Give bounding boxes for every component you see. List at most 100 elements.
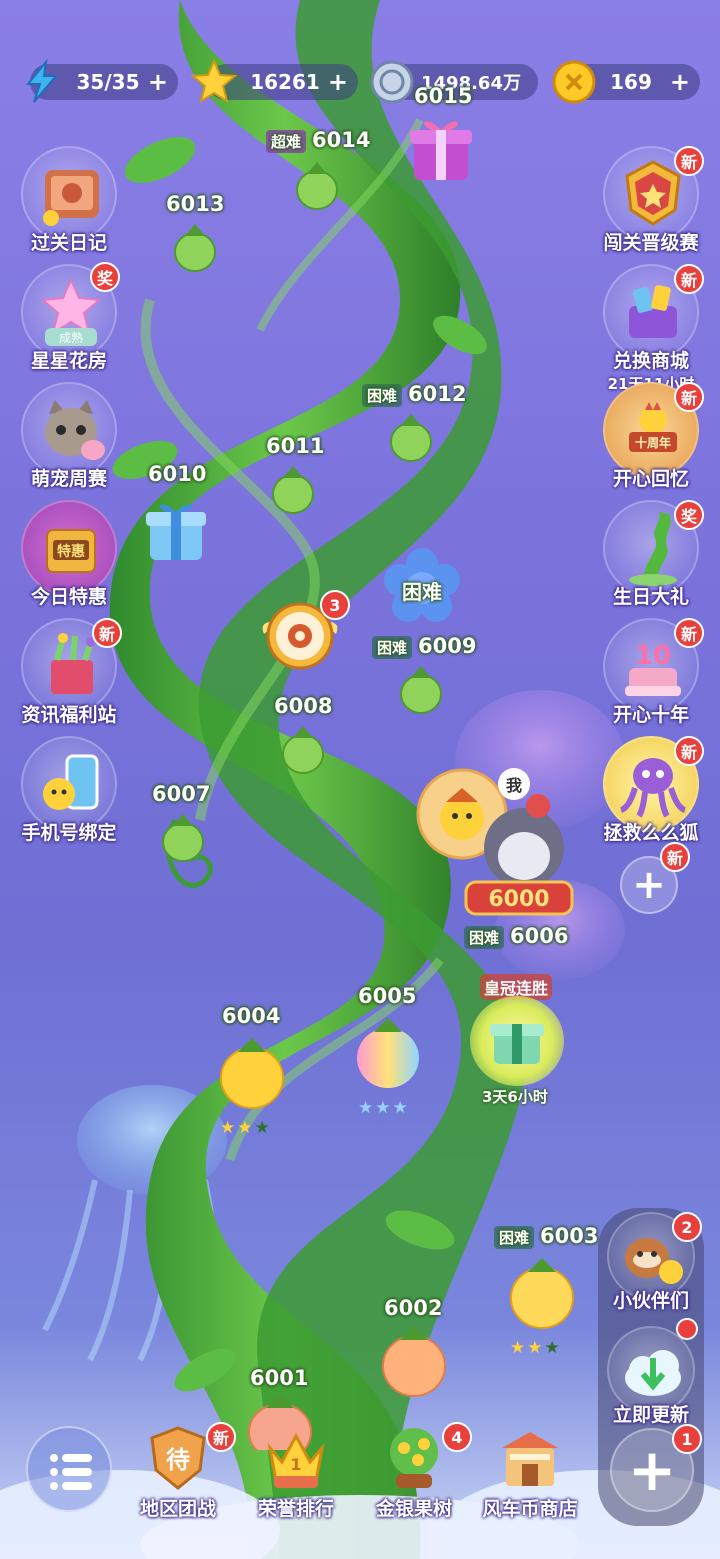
level-6015-label: 6015 (414, 84, 473, 108)
level-6008-bud-icon[interactable] (280, 720, 326, 776)
hard-tag: 困难 (464, 925, 505, 949)
crown-streak-gift[interactable] (470, 996, 564, 1086)
level-6007-bud-icon[interactable] (160, 808, 206, 864)
reward-badge: 奖 (90, 262, 120, 292)
menu-happy-decade[interactable]: 10 新 开心十年 (598, 618, 704, 727)
level-6008-label: 6008 (274, 694, 333, 718)
level-6010-gift-icon[interactable] (144, 496, 208, 566)
level-6013-bud-icon[interactable] (172, 218, 218, 274)
menu-news-welfare-label: 资讯福利站 (21, 704, 117, 726)
menu-clear-diary[interactable]: 过关日记 (16, 146, 122, 255)
new-badge: 新 (674, 736, 704, 766)
level-6010-label: 6010 (148, 462, 207, 486)
nav-regional-battle[interactable]: 待 新 地区团战 (118, 1420, 238, 1521)
level-6007-label: 6007 (152, 782, 211, 806)
level-6011-label: 6011 (266, 434, 325, 458)
plus-icon: + (627, 1436, 677, 1504)
green-gift-icon (490, 1024, 544, 1064)
nav-gold-silver-tree-label: 金银果树 (375, 1498, 452, 1520)
menu-clear-diary-label: 过关日记 (30, 232, 107, 254)
level-6006-number: 6006 (510, 924, 569, 948)
menu-pet-weekly[interactable]: 萌宠周赛 (16, 382, 122, 491)
player-marker[interactable]: 6000 我 (414, 766, 580, 922)
level-6015-gift-icon[interactable] (408, 110, 474, 186)
level-6005-stars: ★★★ (358, 1098, 410, 1118)
level-6003-fruit-icon[interactable] (508, 1250, 576, 1332)
update-now-button[interactable]: 立即更新 (598, 1318, 704, 1427)
nav-gold-silver-tree[interactable]: 4 金银果树 (354, 1420, 474, 1521)
menu-happy-memories-label: 开心回忆 (612, 468, 689, 490)
nav-windmill-shop[interactable]: 风车币商店 (470, 1420, 590, 1521)
menu-save-fox[interactable]: 新 拯救么么狐 (598, 736, 704, 845)
new-badge: 新 (92, 618, 122, 648)
spin-wheel-button[interactable]: 3 (258, 590, 350, 678)
menu-star-flower-house[interactable]: 成熟 奖 星星花房 (16, 262, 122, 373)
level-6012-label: 困难 6012 (362, 382, 466, 407)
menu-birthday-gift-label: 生日大礼 (612, 586, 689, 608)
level-6011-bud-icon[interactable] (270, 460, 316, 516)
stars-add-icon[interactable]: + (328, 68, 348, 96)
gems-add-icon[interactable]: + (670, 68, 690, 96)
energy-value: 35/35 (76, 70, 140, 94)
lightning-icon (25, 58, 59, 103)
menu-happy-decade-label: 开心十年 (612, 704, 689, 726)
new-badge: 新 (674, 382, 704, 412)
menu-save-fox-label: 拯救么么狐 (603, 822, 699, 844)
energy-add-icon[interactable]: + (148, 68, 168, 96)
hard-tag: 困难 (362, 383, 403, 407)
update-dot (676, 1318, 698, 1340)
level-6004-stars: ★★★ (220, 1118, 272, 1138)
hard-tag: 困难 (372, 635, 413, 659)
menu-level-promotion-label: 闯关晋级赛 (603, 232, 699, 254)
level-6004-label: 6004 (222, 1004, 281, 1028)
pending-shield-icon: 待 (150, 1426, 206, 1490)
menu-exchange-shop[interactable]: 新 兑换商城 21天11小时 (598, 264, 704, 394)
ripe-tag: 成熟 (59, 330, 83, 345)
level-6003-stars: ★★★ (510, 1338, 562, 1358)
level-6002-fruit-icon[interactable] (380, 1318, 448, 1400)
level-6009-number: 6009 (418, 634, 477, 658)
level-6004-fruit-icon[interactable] (218, 1030, 286, 1112)
level-6014-number: 6014 (312, 128, 371, 152)
menu-list-button[interactable] (26, 1426, 112, 1512)
menu-happy-memories[interactable]: 十周年 新 开心回忆 (598, 382, 704, 491)
windmill-shop-icon (502, 1432, 558, 1486)
player-avatar-icon: 6000 (416, 768, 574, 916)
deal-sign-text: 特惠 (57, 543, 85, 560)
menu-star-flower-house-label: 星星花房 (30, 350, 107, 372)
level-6009-bud-icon[interactable] (398, 660, 444, 716)
menu-level-promotion[interactable]: 新 闯关晋级赛 (598, 146, 704, 255)
level-6002-label: 6002 (384, 1296, 443, 1320)
super-hard-tag: 超难 (266, 129, 307, 153)
pending-text: 待 (166, 1446, 190, 1474)
menu-daily-deal[interactable]: 特惠 今日特惠 (16, 500, 122, 609)
fruit-tree-icon (390, 1428, 438, 1488)
plus-icon: + (632, 862, 666, 908)
level-6003-number: 6003 (540, 1224, 599, 1248)
level-6005-fruit-icon[interactable] (354, 1010, 422, 1092)
level-6014-bud-icon[interactable] (294, 156, 340, 212)
gems-value: 169 (610, 70, 652, 94)
cake-ten-text: 10 (635, 641, 671, 671)
level-6001-label: 6001 (250, 1366, 309, 1390)
menu-news-welfare[interactable]: 新 资讯福利站 (16, 618, 122, 727)
menu-birthday-gift[interactable]: 奖 生日大礼 (598, 500, 704, 609)
new-badge: 新 (674, 146, 704, 176)
menu-phone-bind-label: 手机号绑定 (21, 822, 117, 844)
menu-phone-bind[interactable]: 手机号绑定 (16, 736, 122, 845)
milestone-text: 6000 (488, 887, 549, 912)
menu-daily-deal-label: 今日特惠 (30, 586, 107, 608)
new-badge: 新 (674, 618, 704, 648)
friends-label: 小伙伴们 (612, 1290, 689, 1312)
friends-button[interactable]: 2 小伙伴们 (598, 1212, 704, 1313)
menu-pet-weekly-label: 萌宠周赛 (30, 468, 107, 490)
crown-icon: 1 (267, 1432, 325, 1488)
more-actions-badge: 1 (672, 1424, 702, 1454)
level-6009-label: 困难 6009 (372, 634, 476, 659)
level-6005-label: 6005 (358, 984, 417, 1008)
hard-tag: 困难 (494, 1225, 535, 1249)
level-6012-number: 6012 (408, 382, 467, 406)
nav-honor-ranking[interactable]: 1 荣誉排行 (236, 1420, 356, 1521)
silver-coin-icon (370, 60, 414, 104)
level-6012-bud-icon[interactable] (388, 408, 434, 464)
